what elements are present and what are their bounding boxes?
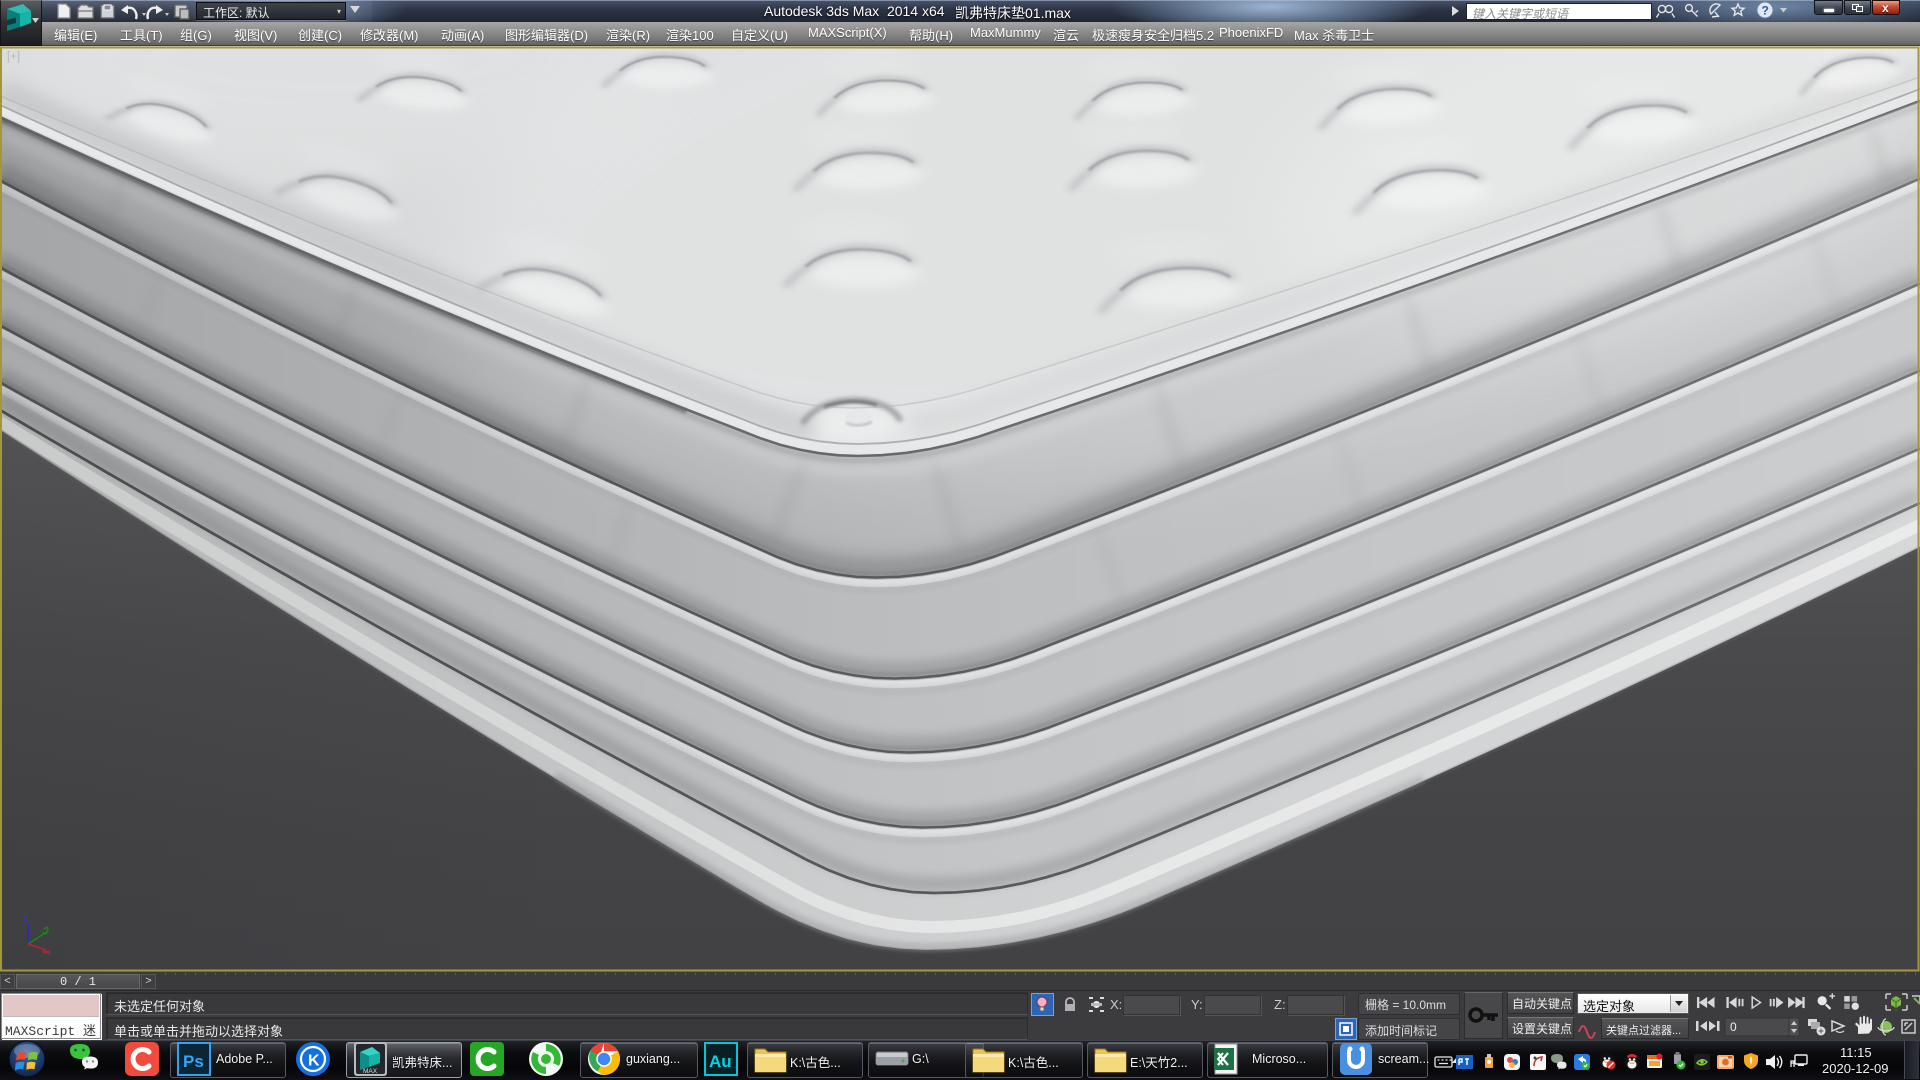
svg-text:?: ? xyxy=(1762,4,1769,18)
svg-text:Au: Au xyxy=(709,1052,732,1071)
svg-text:0: 0 xyxy=(1730,1020,1737,1034)
svg-text:MAX: MAX xyxy=(363,1068,378,1075)
svg-text:[+]: [+] xyxy=(7,51,20,63)
svg-text:Ps: Ps xyxy=(183,1052,204,1071)
svg-text:K: K xyxy=(308,1053,320,1070)
svg-text:z: z xyxy=(23,912,29,924)
